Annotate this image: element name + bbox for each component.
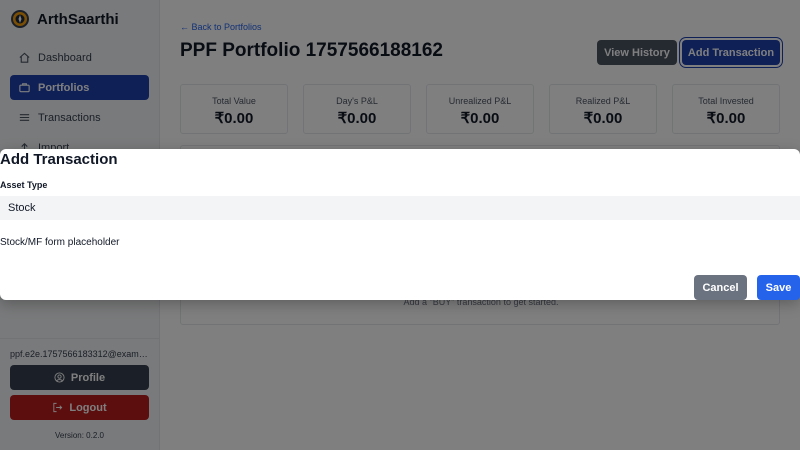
- save-button[interactable]: Save: [757, 275, 800, 300]
- asset-type-value: Stock: [8, 202, 36, 214]
- form-placeholder-text: Stock/MF form placeholder: [0, 237, 120, 248]
- asset-type-label: Asset Type: [0, 180, 48, 190]
- cancel-button[interactable]: Cancel: [694, 275, 747, 300]
- asset-type-select[interactable]: Stock: [0, 196, 800, 220]
- add-transaction-modal: Add Transaction Asset Type Stock Stock/M…: [0, 149, 800, 300]
- modal-title: Add Transaction: [0, 151, 118, 168]
